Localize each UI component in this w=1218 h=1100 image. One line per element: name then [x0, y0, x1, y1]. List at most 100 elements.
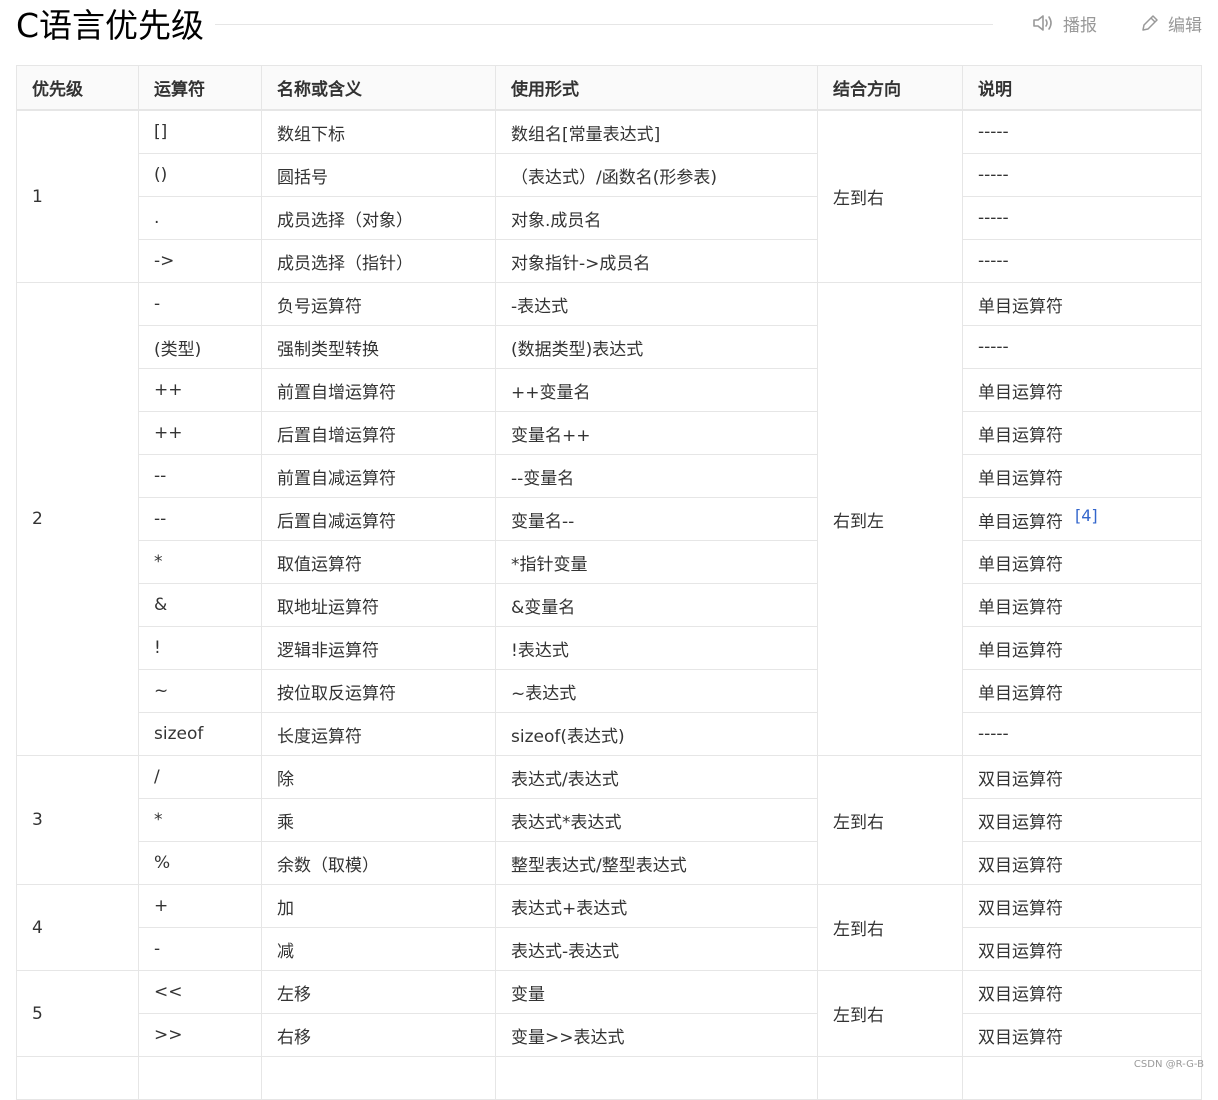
note-cell: ----- [962, 712, 1202, 756]
note-cell: ----- [962, 109, 1202, 154]
note-cell: 双目运算符 [962, 798, 1202, 842]
table-row: 3 / 除 表达式/表达式 左到右 双目运算符 [16, 755, 1202, 885]
operator-cell: [] [138, 109, 262, 154]
operator-cell: - [138, 282, 262, 326]
table-row: 2 - 负号运算符 -表达式 右到左 单目运算符 [16, 282, 1202, 756]
operator-cell: () [138, 153, 262, 197]
table-row: * 取值运算符 *指针变量 单目运算符 [17, 540, 1202, 584]
name-cell: 强制类型转换 [261, 325, 496, 369]
operator-cell: & [138, 583, 262, 627]
table-row: % 余数（取模） 整型表达式/整型表达式 双目运算符 [17, 841, 1202, 885]
header-form: 使用形式 [495, 65, 818, 111]
watermark: CSDN @R-G-B [1133, 1059, 1204, 1070]
name-cell: 成员选择（对象） [261, 196, 496, 240]
operator-cell: ++ [138, 368, 262, 412]
operator-cell: ! [138, 626, 262, 670]
name-cell: 左移 [261, 970, 496, 1014]
name-cell: 后置自增运算符 [261, 411, 496, 455]
form-cell: 整型表达式/整型表达式 [495, 841, 818, 885]
table-row: ! 逻辑非运算符 !表达式 单目运算符 [17, 626, 1202, 670]
name-cell: 减 [261, 927, 496, 971]
table-row: 1 [] 数组下标 数组名[常量表达式] 左到右 ----- [16, 109, 1202, 283]
level-cell: 3 [16, 755, 139, 885]
table-row: . 成员选择（对象） 对象.成员名 ----- [17, 196, 1202, 240]
operator-cell: (类型) [138, 325, 262, 369]
table-row: - 减 表达式-表达式 双目运算符 [17, 927, 1202, 971]
form-cell: 表达式+表达式 [495, 884, 818, 928]
name-cell: 加 [261, 884, 496, 928]
note-cell: 单目运算符 [962, 540, 1202, 584]
operator-cell: << [138, 970, 262, 1014]
page-title: C语言优先级 [16, 6, 205, 45]
speaker-icon [1033, 15, 1052, 31]
table-row: -> 成员选择（指针） 对象指针->成员名 ----- [17, 239, 1202, 283]
operator-cell: -- [138, 497, 262, 541]
name-cell: 余数（取模） [261, 841, 496, 885]
operator-cell: >> [138, 1013, 262, 1057]
level-cell: 2 [16, 282, 139, 756]
name-cell: 负号运算符 [261, 282, 496, 326]
footnote-link[interactable]: [4] [1075, 506, 1098, 525]
form-cell: ~表达式 [495, 669, 818, 713]
note-cell: ----- [962, 239, 1202, 283]
name-cell: 取地址运算符 [261, 583, 496, 627]
form-cell: *指针变量 [495, 540, 818, 584]
operator-cell: . [138, 196, 262, 240]
title-divider [215, 24, 993, 25]
pencil-icon [1142, 15, 1158, 31]
form-cell: 表达式-表达式 [495, 927, 818, 971]
name-cell: 取值运算符 [261, 540, 496, 584]
form-cell: ++变量名 [495, 368, 818, 412]
operator-cell: % [138, 841, 262, 885]
note-cell: 单目运算符 [962, 282, 1202, 326]
table-row: 4 + 加 表达式+表达式 左到右 双目运算符 [16, 884, 1202, 971]
name-cell: 前置自增运算符 [261, 368, 496, 412]
header-note: 说明 [962, 65, 1202, 111]
form-cell: 数组名[常量表达式] [495, 109, 818, 154]
table-row: >> 右移 变量>>表达式 双目运算符 [17, 1013, 1202, 1057]
operator-cell: * [138, 540, 262, 584]
note-cell: 双目运算符 [962, 927, 1202, 971]
play-button[interactable]: 播报 [1031, 10, 1097, 36]
operator-cell: ++ [138, 411, 262, 455]
table-row: () 圆括号 （表达式）/函数名(形参表) ----- [17, 153, 1202, 197]
note-text: 单目运算符 [978, 512, 1063, 533]
level-cell: 1 [16, 109, 139, 283]
assoc-cell: 左到右 [817, 755, 963, 885]
form-cell: 表达式/表达式 [495, 755, 818, 799]
name-cell: 数组下标 [261, 109, 496, 154]
assoc-cell: 左到右 [817, 109, 963, 283]
table-row: ++ 前置自增运算符 ++变量名 单目运算符 [17, 368, 1202, 412]
name-cell: 前置自减运算符 [261, 454, 496, 498]
name-cell: 乘 [261, 798, 496, 842]
table-row: 5 << 左移 变量 左到右 双目运算符 [16, 970, 1202, 1057]
level-cell: 4 [16, 884, 139, 971]
form-cell: 变量 [495, 970, 818, 1014]
page-header: C语言优先级 播报 编辑 [0, 0, 1218, 50]
form-cell: 变量>>表达式 [495, 1013, 818, 1057]
operator-cell: + [138, 884, 262, 928]
assoc-cell: 右到左 [817, 282, 963, 756]
level-cell: 5 [16, 970, 139, 1057]
note-cell: 双目运算符 [962, 884, 1202, 928]
table-row: (类型) 强制类型转换 (数据类型)表达式 ----- [17, 325, 1202, 369]
form-cell: --变量名 [495, 454, 818, 498]
operator-cell: - [138, 927, 262, 971]
note-cell: 双目运算符 [962, 970, 1202, 1014]
operator-cell: * [138, 798, 262, 842]
form-cell: 对象.成员名 [495, 196, 818, 240]
empty-cell [138, 1056, 262, 1100]
header-level: 优先级 [16, 65, 139, 111]
operator-cell: / [138, 755, 262, 799]
note-cell: ----- [962, 325, 1202, 369]
table-row: & 取地址运算符 &变量名 单目运算符 [17, 583, 1202, 627]
table-row: ++ 后置自增运算符 变量名++ 单目运算符 [17, 411, 1202, 455]
edit-button[interactable]: 编辑 [1140, 10, 1202, 36]
precedence-table: 优先级 运算符 名称或含义 使用形式 结合方向 说明 1 [] 数组下标 数组名… [16, 65, 1202, 1100]
name-cell: 后置自减运算符 [261, 497, 496, 541]
assoc-cell: 左到右 [817, 970, 963, 1057]
assoc-cell: 左到右 [817, 884, 963, 971]
empty-cell [495, 1056, 818, 1100]
name-cell: 逻辑非运算符 [261, 626, 496, 670]
header-operator: 运算符 [138, 65, 262, 111]
